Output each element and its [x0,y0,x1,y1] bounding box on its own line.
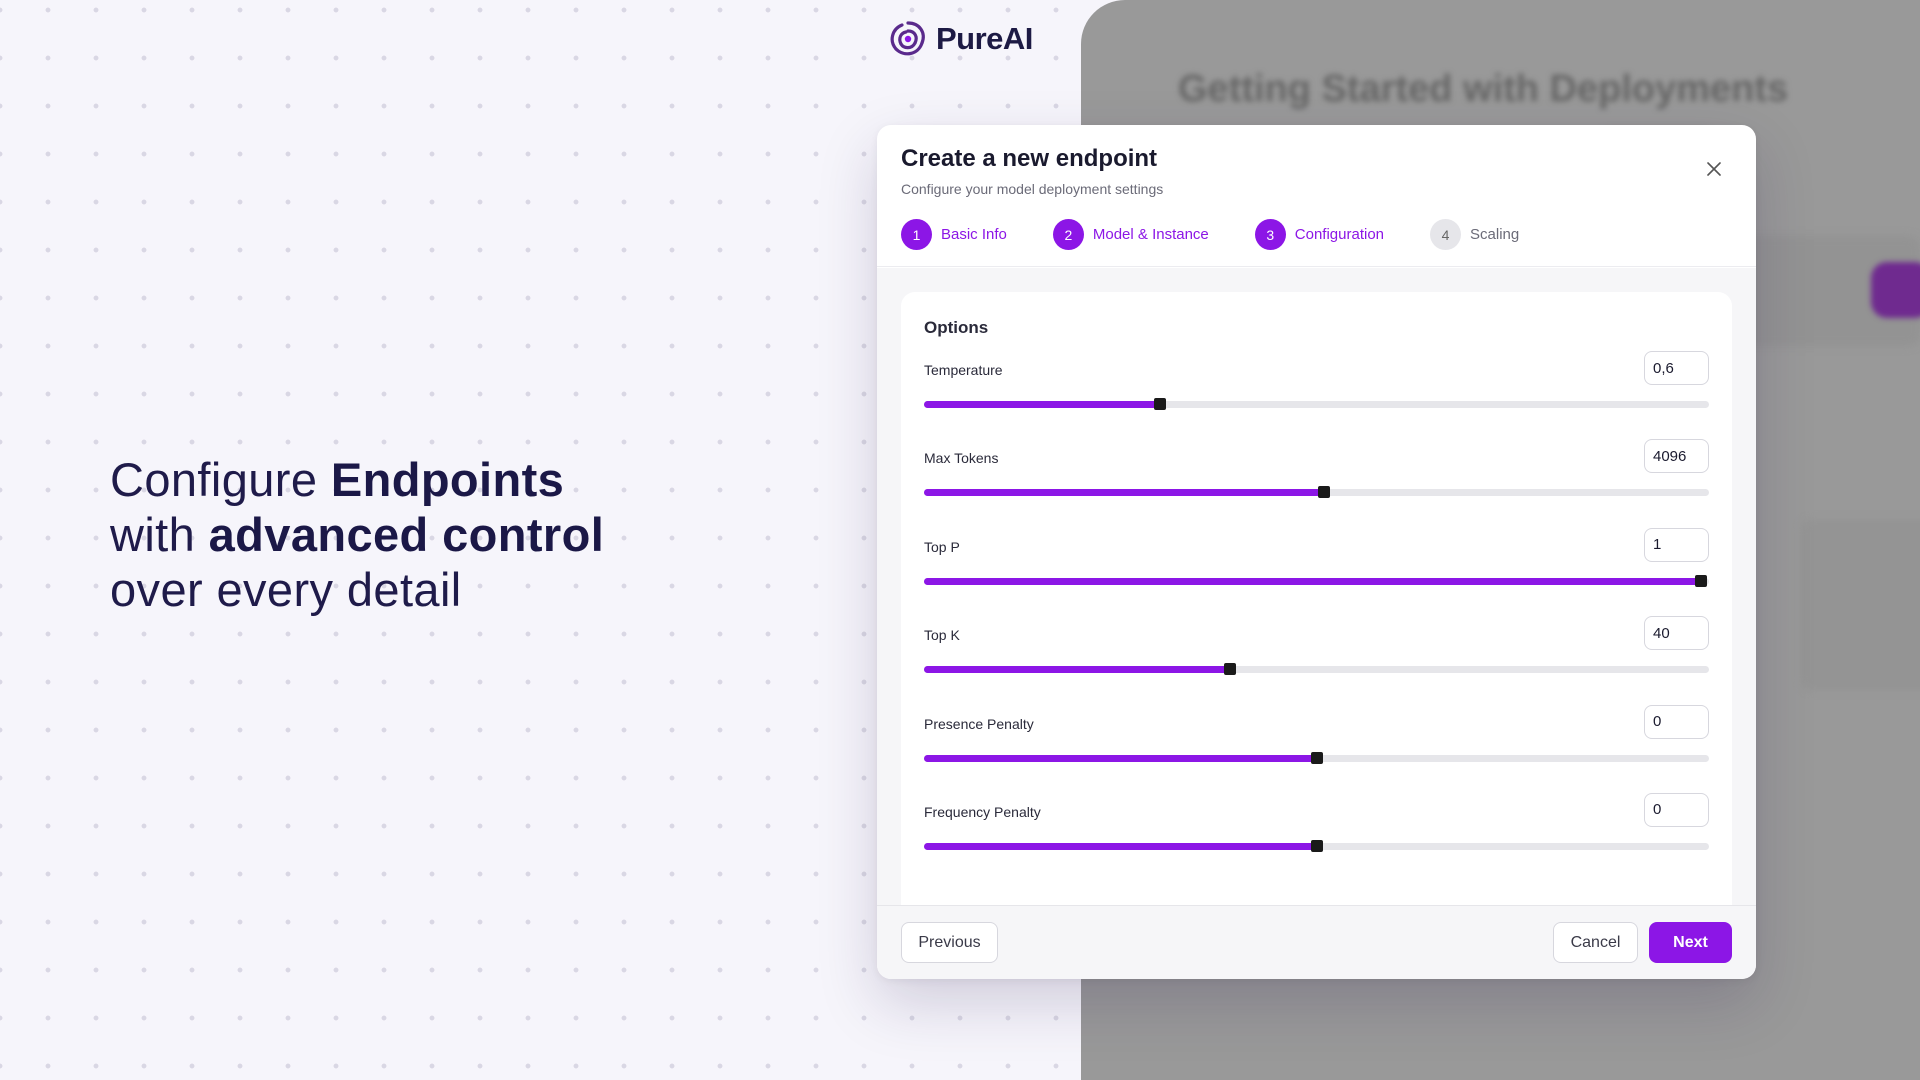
temperature-slider[interactable] [924,398,1709,410]
option-label: Frequency Penalty [924,803,1041,820]
temperature-input[interactable] [1644,351,1709,385]
headline-line-3: over every detail [110,562,604,617]
top-p-slider[interactable] [924,574,1709,587]
next-button[interactable]: Next [1649,922,1732,963]
background-panel [1801,520,1920,690]
presence-penalty-slider[interactable] [924,751,1709,764]
slider-thumb[interactable] [1310,839,1323,852]
step-basic-info[interactable]: 1 Basic Info [901,219,1007,250]
wizard-stepper: 1 Basic Info 2 Model & Instance 3 Config… [901,219,1565,250]
step-scaling[interactable]: 4 Scaling [1430,219,1519,250]
top-k-slider[interactable] [924,663,1709,676]
hero-headline: Configure Endpoints with advanced contro… [110,452,604,617]
create-endpoint-modal: Create a new endpoint Configure your mod… [877,125,1756,979]
brand: PureAI [884,16,1033,62]
close-icon [1707,162,1721,176]
modal-subtitle: Configure your model deployment settings [901,181,1164,197]
headline-emphasis: advanced control [208,508,605,561]
modal-body: Options Temperature Max Tokens Top P [877,268,1756,905]
slider-fill [924,754,1317,762]
headline-text: with [110,508,209,561]
brand-name: PureAI [936,21,1033,56]
slider-fill [924,577,1702,585]
option-presence-penalty: Presence Penalty [924,704,1709,793]
slider-fill [924,666,1231,674]
frequency-penalty-slider[interactable] [924,839,1709,852]
slider-thumb[interactable] [1318,486,1331,499]
headline-line-1: Configure Endpoints [110,452,604,507]
background-button [1871,262,1920,318]
modal-header: Create a new endpoint Configure your mod… [877,125,1756,267]
option-temperature: Temperature [924,351,1709,439]
frequency-penalty-input[interactable] [1644,792,1709,827]
step-label: Model & Instance [1092,226,1209,243]
option-label: Max Tokens [924,450,999,467]
top-p-input[interactable] [1644,527,1709,562]
headline-text: over every detail [110,563,462,616]
modal-title: Create a new endpoint [901,145,1158,172]
slider-thumb[interactable] [1695,574,1708,587]
option-label: Presence Penalty [924,715,1034,732]
option-label: Top P [924,538,960,555]
cancel-button[interactable]: Cancel [1553,922,1638,963]
option-label: Temperature [924,362,1003,378]
option-label: Top K [924,627,960,644]
slider-fill [924,842,1317,850]
max-tokens-slider[interactable] [924,486,1709,499]
options-card: Options Temperature Max Tokens Top P [901,292,1732,905]
slider-fill [924,401,1160,408]
step-number: 3 [1254,219,1286,250]
slider-thumb[interactable] [1153,398,1166,410]
option-max-tokens: Max Tokens [924,439,1709,527]
option-top-p: Top P [924,527,1709,616]
step-label: Scaling [1470,226,1520,243]
step-model-instance[interactable]: 2 Model & Instance [1052,219,1209,250]
modal-footer: Previous Cancel Next [877,905,1756,979]
close-button[interactable] [1702,157,1726,181]
previous-button[interactable]: Previous [901,922,998,963]
step-label: Configuration [1294,226,1385,243]
step-number: 1 [901,219,932,250]
slider-thumb[interactable] [1310,751,1323,764]
slider-thumb[interactable] [1224,663,1237,676]
background-page-title: Getting Started with Deployments [1178,68,1789,110]
step-label: Basic Info [941,226,1007,243]
options-title: Options [924,318,989,337]
slider-fill [924,489,1325,497]
option-top-k: Top K [924,616,1709,704]
presence-penalty-input[interactable] [1644,704,1709,739]
step-number: 4 [1430,219,1462,250]
max-tokens-input[interactable] [1644,439,1709,474]
step-configuration[interactable]: 3 Configuration [1254,219,1385,250]
option-frequency-penalty: Frequency Penalty [924,792,1709,881]
swirl-logo-icon [890,21,925,56]
headline-emphasis: Endpoints [330,453,565,506]
headline-text: Configure [110,453,331,506]
top-k-input[interactable] [1644,616,1709,651]
step-number: 2 [1052,219,1084,250]
headline-line-2: with advanced control [110,507,604,562]
